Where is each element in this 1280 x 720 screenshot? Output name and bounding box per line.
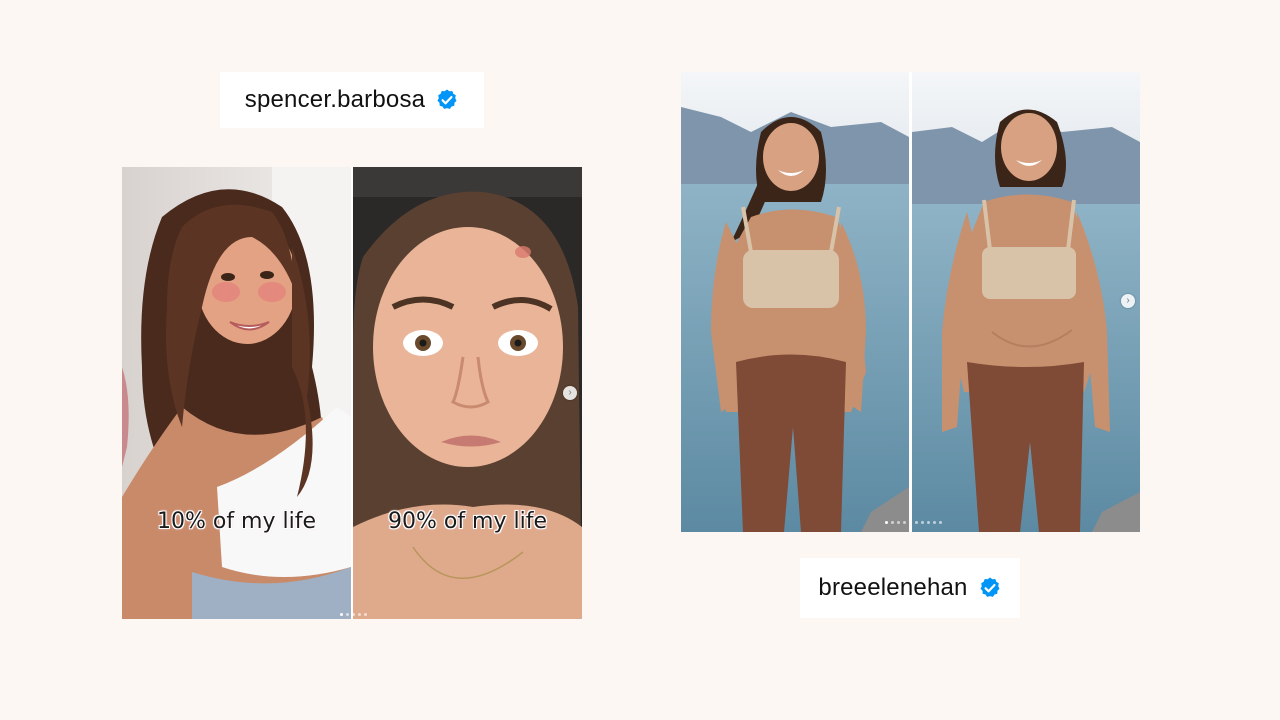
carousel-dot [897, 521, 900, 524]
carousel-dots [885, 521, 942, 524]
carousel-dot [939, 521, 942, 524]
username-tag-bree[interactable]: breeelenehan [800, 558, 1020, 618]
carousel-dots [340, 613, 367, 616]
carousel-dot [903, 521, 906, 524]
photo-styled-selfie-image [122, 167, 351, 619]
carousel-dot [909, 521, 912, 524]
verified-badge-icon [437, 89, 457, 109]
post-spencer[interactable]: 10% of my life 90% of my life › [122, 167, 582, 619]
caption-90-percent: 90% of my life [387, 509, 548, 534]
carousel-dot [891, 521, 894, 524]
photo-relaxed-lake-image [912, 72, 1140, 532]
carousel-dot [933, 521, 936, 524]
carousel-dot [358, 613, 361, 616]
carousel-dot [364, 613, 367, 616]
photo-relaxed-lake [912, 72, 1140, 532]
verified-badge-icon [980, 577, 1000, 597]
photo-styled-selfie: 10% of my life [122, 167, 351, 619]
carousel-dot [915, 521, 918, 524]
carousel-dot [352, 613, 355, 616]
carousel-dot [927, 521, 930, 524]
username-tag-spencer[interactable]: spencer.barbosa [220, 72, 484, 128]
caption-10-percent: 10% of my life [156, 509, 317, 534]
photo-casual-selfie: 90% of my life [353, 167, 582, 619]
carousel-next-icon[interactable]: › [563, 386, 577, 400]
photo-casual-selfie-image [353, 167, 582, 619]
carousel-dot [921, 521, 924, 524]
username-label[interactable]: breeelenehan [818, 574, 967, 602]
carousel-dot [340, 613, 343, 616]
username-label[interactable]: spencer.barbosa [245, 86, 425, 114]
photo-posed-lake [681, 72, 909, 532]
carousel-next-icon[interactable]: › [1121, 294, 1135, 308]
post-bree[interactable]: › [681, 72, 1140, 532]
photo-posed-lake-image [681, 72, 909, 532]
carousel-dot [346, 613, 349, 616]
carousel-dot [885, 521, 888, 524]
